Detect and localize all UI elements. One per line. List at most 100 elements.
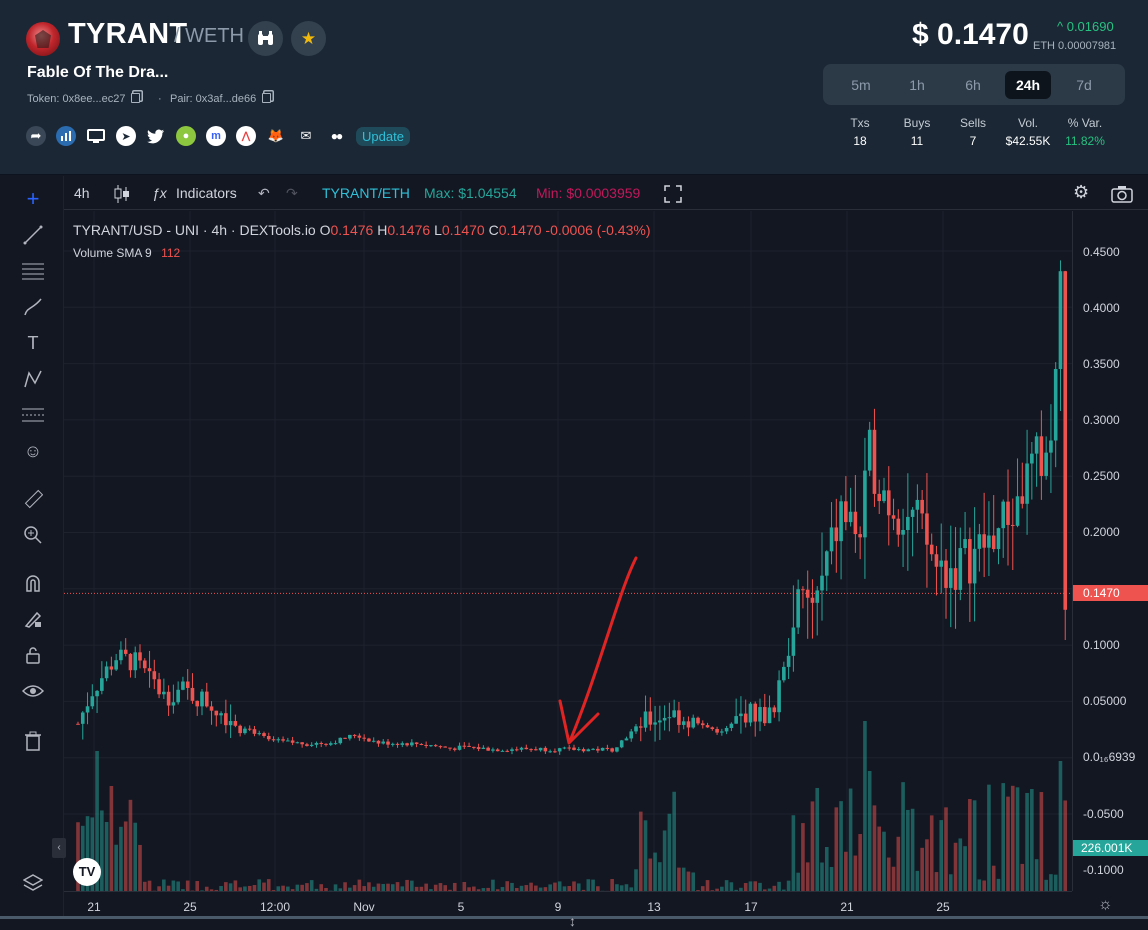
- volume-bar: [824, 846, 829, 891]
- stat-var-value: 11.82%: [1065, 134, 1105, 148]
- candle-body: [543, 747, 548, 752]
- volume-bar: [410, 880, 414, 891]
- volume-bar: [171, 880, 176, 891]
- fib-icon[interactable]: [20, 258, 46, 284]
- price-tick: 0.0₁₆6939: [1083, 750, 1136, 764]
- volume-bar: [1025, 792, 1029, 891]
- volume-bar: [858, 834, 862, 891]
- candle-body: [266, 736, 271, 740]
- eye-icon[interactable]: [20, 678, 46, 704]
- camera-icon[interactable]: [1111, 185, 1133, 206]
- candle-body: [209, 706, 214, 711]
- legend-title: TYRANT/USD - UNI · 4h · DEXTools.io: [73, 222, 316, 238]
- candle-body: [1006, 501, 1010, 525]
- layers-icon[interactable]: [20, 870, 46, 896]
- legend-h-label: H: [377, 222, 388, 238]
- undo-icon[interactable]: ↶: [258, 185, 270, 202]
- volume-bar: [982, 880, 986, 891]
- indicators-button[interactable]: Indicators: [176, 185, 237, 201]
- website-icon[interactable]: [86, 126, 106, 146]
- candle-body: [247, 728, 252, 730]
- prediction-icon[interactable]: [20, 402, 46, 428]
- zoom-icon[interactable]: [20, 522, 46, 548]
- candle-body: [891, 515, 896, 519]
- stat-vol-label: Vol.: [1017, 116, 1038, 130]
- candle-body: [648, 711, 653, 725]
- candle-body: [929, 544, 934, 555]
- volume-bar: [405, 879, 409, 891]
- tab-1h[interactable]: 1h: [894, 71, 940, 99]
- candle-body: [700, 723, 705, 726]
- emoji-icon[interactable]: ☺: [20, 438, 46, 464]
- text-icon[interactable]: T: [20, 330, 46, 356]
- metamask-icon[interactable]: 🦊: [266, 126, 286, 146]
- candle-body: [529, 749, 533, 751]
- share-icon[interactable]: ➦: [26, 126, 46, 146]
- chart-icon[interactable]: [56, 126, 76, 146]
- legend-c-label: C: [488, 222, 499, 238]
- ruler-icon[interactable]: [20, 486, 46, 512]
- candle-body: [486, 747, 490, 751]
- candle-body: [586, 749, 591, 752]
- unlock-icon[interactable]: [20, 642, 46, 668]
- binoculars-icon[interactable]: [248, 21, 283, 56]
- price-chart[interactable]: [64, 211, 1072, 891]
- magnet-icon[interactable]: [20, 570, 46, 596]
- candle-body: [915, 499, 920, 510]
- telegram-icon[interactable]: ➤: [116, 126, 136, 146]
- candle-body: [553, 751, 557, 753]
- candle-body: [786, 655, 791, 667]
- coingecko-icon[interactable]: ●: [176, 126, 196, 146]
- candle-body: [309, 744, 314, 746]
- settings-gear-icon[interactable]: ⚙: [1073, 182, 1089, 203]
- trash-icon[interactable]: [20, 728, 46, 754]
- volume-bar: [939, 820, 944, 891]
- fx-icon[interactable]: ƒx: [152, 185, 167, 201]
- volume-bar: [452, 882, 457, 891]
- brush-icon[interactable]: [20, 294, 46, 320]
- tab-7d[interactable]: 7d: [1061, 71, 1107, 99]
- email-icon[interactable]: ✉: [296, 126, 316, 146]
- twitter-icon[interactable]: [146, 126, 166, 146]
- nomics-icon[interactable]: ⋀: [236, 126, 256, 146]
- candle-body: [925, 513, 929, 545]
- volume-bar: [968, 799, 972, 891]
- token-address[interactable]: Token: 0x8ee...ec27: [27, 93, 141, 105]
- interval-button[interactable]: 4h: [74, 185, 90, 201]
- symbol-label[interactable]: TYRANT/ETH: [322, 185, 410, 201]
- copy-icon[interactable]: [262, 93, 272, 103]
- time-scale[interactable]: 21 25 12:00 Nov 5 9 13 17 21 25 ☼: [64, 891, 1113, 916]
- redo-icon[interactable]: ↷: [286, 185, 298, 202]
- resize-handle[interactable]: ↕: [0, 913, 1148, 930]
- candle-body: [429, 745, 433, 747]
- coinmarketcap-icon[interactable]: m: [206, 126, 226, 146]
- resize-arrows-icon[interactable]: ↕: [569, 913, 576, 929]
- tab-6h[interactable]: 6h: [950, 71, 996, 99]
- tab-5m[interactable]: 5m: [838, 71, 884, 99]
- candle-body: [510, 749, 514, 751]
- auto-scale-gear-icon[interactable]: ☼: [1098, 896, 1113, 914]
- tab-24h[interactable]: 24h: [1005, 71, 1051, 99]
- volume-bar: [185, 880, 190, 891]
- candle-body: [548, 751, 552, 753]
- time-tick: 9: [554, 900, 562, 914]
- volume-bar: [147, 880, 152, 891]
- candle-body: [791, 627, 796, 656]
- copy-icon[interactable]: [131, 93, 141, 103]
- candle-body: [605, 747, 610, 749]
- volume-bar: [658, 862, 662, 891]
- pair-address[interactable]: Pair: 0x3af...de66: [170, 93, 272, 105]
- time-tick: 25: [936, 900, 950, 914]
- medium-icon[interactable]: ●●: [326, 126, 346, 146]
- collapse-panel-icon[interactable]: ‹: [52, 838, 66, 858]
- pattern-icon[interactable]: [20, 366, 46, 392]
- fullscreen-icon[interactable]: [664, 185, 682, 206]
- price-scale[interactable]: 0.4500 0.4000 0.3500 0.3000 0.2500 0.200…: [1072, 211, 1148, 891]
- candle-type-icon[interactable]: [114, 185, 130, 206]
- tradingview-logo[interactable]: TV: [73, 858, 101, 886]
- star-icon[interactable]: ★: [291, 21, 326, 56]
- lock-drawing-icon[interactable]: [20, 606, 46, 632]
- trendline-icon[interactable]: [20, 222, 46, 248]
- update-button[interactable]: Update: [356, 126, 410, 146]
- crosshair-icon[interactable]: +: [20, 186, 46, 212]
